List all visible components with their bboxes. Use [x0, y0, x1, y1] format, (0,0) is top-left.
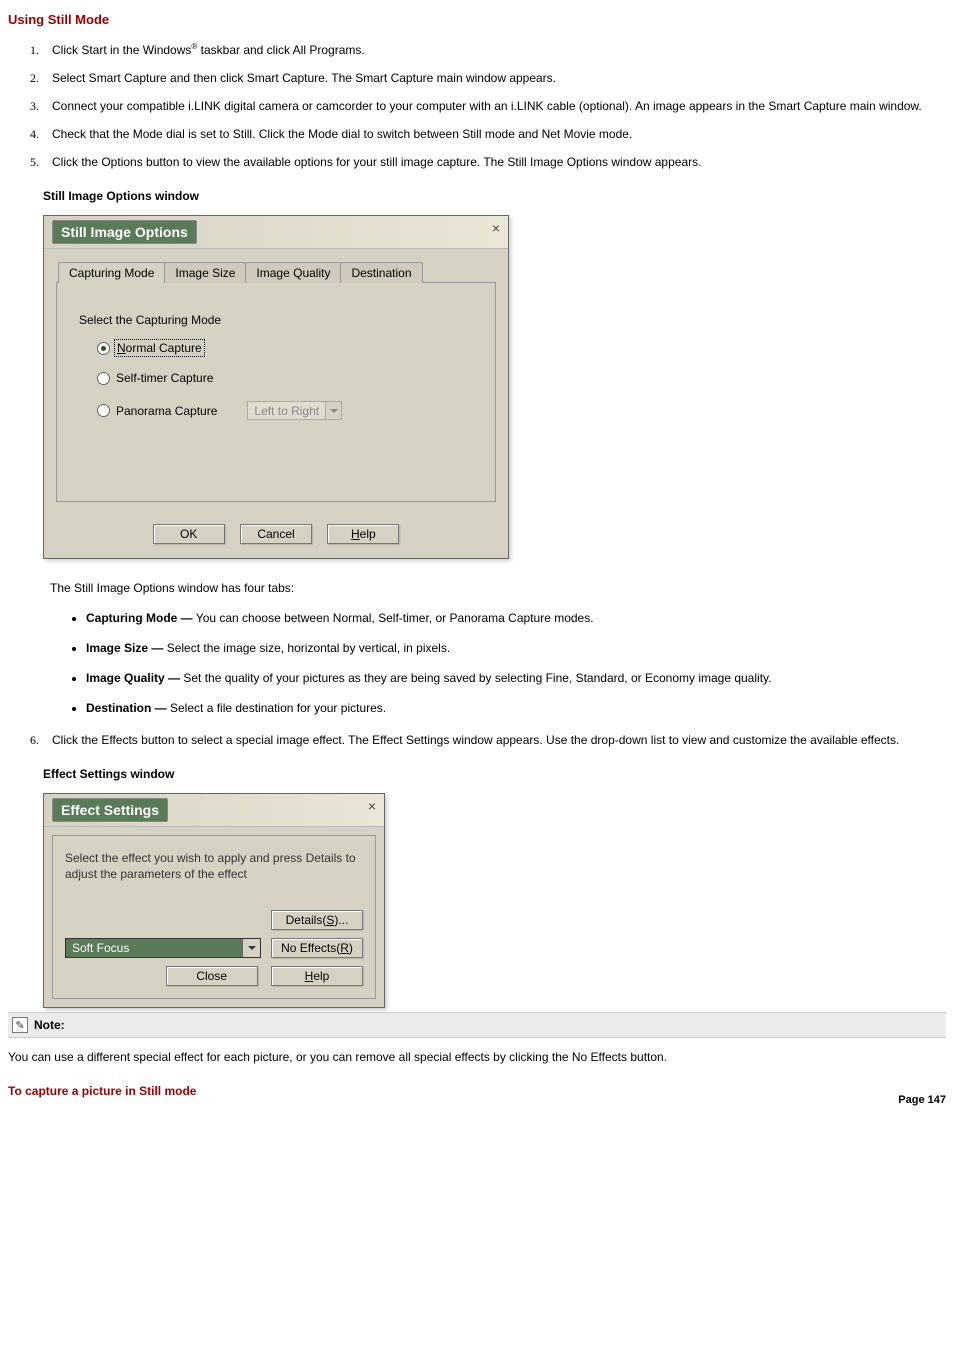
btn-post: )	[349, 941, 353, 955]
step-list: Click Start in the Windows® taskbar and …	[30, 41, 946, 171]
radio-normal-capture[interactable]: Normal Capture	[97, 341, 473, 355]
dialog1-tab-body: Select the Capturing Mode Normal Capture…	[56, 282, 496, 502]
dialog2-titlebar: Effect Settings ×	[44, 794, 384, 827]
tabs-desc-list: Capturing Mode — You can choose between …	[86, 609, 916, 717]
help-button[interactable]: Help	[327, 524, 399, 544]
select-mode-label: Select the Capturing Mode	[79, 313, 473, 327]
note-bar: ✎ Note:	[8, 1012, 946, 1038]
tab-image-quality[interactable]: Image Quality	[245, 262, 341, 283]
step-5: Click the Options button to view the ava…	[30, 153, 946, 171]
effect-row-details: Details(S)...	[65, 910, 363, 930]
radio-icon	[97, 342, 110, 355]
btn-pre: No Effects(	[281, 941, 340, 955]
radio-panorama-label: Panorama Capture	[116, 404, 217, 418]
chevron-down-icon	[325, 402, 341, 419]
btn-pre: Details(	[286, 913, 327, 927]
effect-dropdown[interactable]: Soft Focus	[65, 938, 261, 958]
tab-destination[interactable]: Destination	[340, 262, 422, 283]
desc-text: Select the image size, horizontal by ver…	[163, 641, 450, 655]
step-3: Connect your compatible i.LINK digital c…	[30, 97, 946, 115]
desc-bold: Destination —	[86, 701, 167, 715]
desc-bold: Image Size —	[86, 641, 163, 655]
desc-image-size: Image Size — Select the image size, hori…	[86, 639, 916, 657]
close-icon[interactable]: ×	[492, 220, 500, 236]
desc-bold: Capturing Mode —	[86, 611, 193, 625]
desc-text: Select a file destination for your pictu…	[167, 701, 386, 715]
note-label: Note:	[34, 1018, 65, 1032]
desc-image-quality: Image Quality — Set the quality of your …	[86, 669, 916, 687]
panorama-direction-dropdown: Left to Right	[247, 401, 342, 420]
effect-dropdown-value: Soft Focus	[66, 939, 242, 957]
tabs-intro: The Still Image Options window has four …	[50, 581, 946, 595]
no-effects-button[interactable]: No Effects(R)	[271, 938, 363, 958]
step-1-post: taskbar and click All Programs.	[197, 43, 364, 57]
radio-selftimer-label: Self-timer Capture	[116, 371, 213, 385]
step-4: Check that the Mode dial is set to Still…	[30, 125, 946, 143]
desc-text: You can choose between Normal, Self-time…	[193, 611, 594, 625]
pencil-note-icon: ✎	[12, 1017, 28, 1033]
radio-panorama-capture[interactable]: Panorama Capture Left to Right	[97, 401, 473, 420]
effect-settings-dialog: Effect Settings × Select the effect you …	[43, 793, 385, 1008]
page-number: Page 147	[898, 1094, 946, 1106]
help-button[interactable]: Help	[271, 966, 363, 986]
dialog1-tabs: Capturing ModeImage SizeImage QualityDes…	[58, 261, 496, 282]
close-button[interactable]: Close	[166, 966, 258, 986]
step-1-pre: Click Start in the Windows	[52, 43, 191, 57]
desc-bold: Image Quality —	[86, 671, 180, 685]
details-button[interactable]: Details(S)...	[271, 910, 363, 930]
btn-post: )...	[334, 913, 348, 927]
footer-heading: To capture a picture in Still mode	[8, 1084, 196, 1098]
note-body: You can use a different special effect f…	[8, 1048, 946, 1066]
still-image-options-dialog: Still Image Options × Capturing ModeImag…	[43, 215, 509, 559]
help-rest: elp	[313, 969, 329, 983]
radio-icon	[97, 372, 110, 385]
desc-text: Set the quality of your pictures as they…	[180, 671, 771, 685]
dialog1-titlebar: Still Image Options ×	[44, 216, 508, 249]
dialog1-title: Still Image Options	[52, 220, 197, 244]
help-rest: elp	[360, 527, 376, 541]
page-heading: Using Still Mode	[8, 12, 946, 27]
desc-destination: Destination — Select a file destination …	[86, 699, 916, 717]
dialog2-body: Select the effect you wish to apply and …	[52, 835, 376, 999]
desc-capturing-mode: Capturing Mode — You can choose between …	[86, 609, 916, 627]
step-list-2: Click the Effects button to select a spe…	[30, 731, 946, 749]
ok-button[interactable]: OK	[153, 524, 225, 544]
tab-image-size[interactable]: Image Size	[164, 262, 246, 283]
effect-row-select: Soft Focus No Effects(R)	[65, 938, 363, 958]
figure-caption-2: Effect Settings window	[43, 767, 946, 781]
step-2: Select Smart Capture and then click Smar…	[30, 69, 946, 87]
close-icon[interactable]: ×	[368, 798, 376, 814]
tab-capturing-mode[interactable]: Capturing Mode	[58, 262, 165, 283]
step-1: Click Start in the Windows® taskbar and …	[30, 41, 946, 59]
dialog2-button-row: Close Help	[65, 966, 363, 986]
dialog1-button-row: OK Cancel Help	[44, 514, 508, 558]
radio-normal-label: Normal Capture	[116, 341, 203, 355]
cancel-button[interactable]: Cancel	[240, 524, 312, 544]
step-6: Click the Effects button to select a spe…	[30, 731, 946, 749]
radio-selftimer-capture[interactable]: Self-timer Capture	[97, 371, 473, 385]
chevron-down-icon[interactable]	[242, 939, 260, 957]
dialog2-title: Effect Settings	[52, 798, 168, 822]
help-accel: H	[351, 527, 360, 541]
btn-accel: R	[340, 941, 349, 955]
dropdown-value: Left to Right	[248, 403, 325, 419]
radio-icon	[97, 404, 110, 417]
footer-row: To capture a picture in Still mode Page …	[8, 1084, 946, 1098]
effect-desc: Select the effect you wish to apply and …	[65, 850, 363, 882]
figure-caption-1: Still Image Options window	[43, 189, 946, 203]
